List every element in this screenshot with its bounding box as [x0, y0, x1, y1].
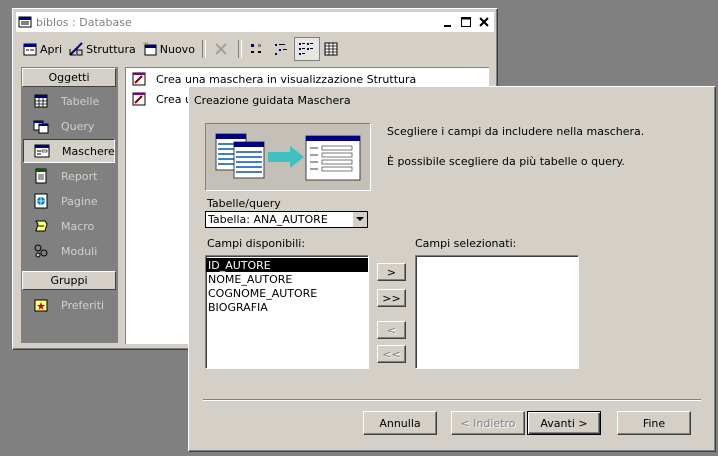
delete-icon: [213, 41, 229, 57]
wizard-form-icon: [132, 92, 146, 106]
small-icons-button[interactable]: [270, 38, 294, 60]
table-icon: [33, 93, 49, 109]
database-icon: [18, 15, 32, 29]
chevron-down-icon[interactable]: [352, 212, 367, 227]
add-field-button[interactable]: >: [377, 263, 406, 281]
cancel-label: Annulla: [379, 416, 421, 430]
list-item-label: Crea una maschera in visualizzazione Str…: [156, 72, 417, 86]
object-modules[interactable]: Moduli: [23, 239, 115, 263]
remove-field-button[interactable]: <: [377, 321, 406, 339]
dialog-divider: [203, 399, 701, 401]
delete-button[interactable]: [210, 38, 234, 60]
wizard-illustration: [205, 123, 371, 191]
back-button[interactable]: < Indietro: [451, 411, 525, 435]
list-item[interactable]: NOME_AUTORE: [206, 272, 368, 286]
next-label: Avanti >: [540, 416, 588, 430]
available-fields-label: Campi disponibili:: [207, 237, 306, 250]
favorites-icon: [33, 297, 49, 313]
object-queries[interactable]: Query: [23, 114, 115, 138]
favorites-label: Preferiti: [61, 298, 105, 312]
small-icons-icon: [273, 41, 289, 57]
object-label: Maschere: [62, 144, 115, 158]
table-query-value: Tabella: ANA_AUTORE: [208, 213, 328, 226]
form-wizard-dialog: Creazione guidata Maschera Scegliere i c…: [188, 86, 716, 452]
query-icon: [33, 118, 49, 134]
finish-label: Fine: [642, 416, 666, 430]
selected-fields-label: Campi selezionati:: [415, 237, 517, 250]
object-macros[interactable]: Macro: [23, 214, 115, 238]
large-icons-icon: [249, 41, 265, 57]
design-form-icon: [132, 72, 146, 86]
object-label: Tabelle: [61, 94, 100, 108]
next-button[interactable]: Avanti >: [527, 411, 601, 435]
form-icon: [34, 143, 50, 159]
new-icon: [142, 41, 158, 57]
objects-group-header[interactable]: Oggetti: [22, 68, 116, 87]
object-reports[interactable]: Report: [23, 164, 115, 188]
list-item[interactable]: Crea u: [132, 90, 192, 108]
new-button[interactable]: Nuovo: [139, 38, 198, 60]
open-button[interactable]: Apri: [19, 38, 65, 60]
details-view-button[interactable]: [320, 38, 344, 60]
objects-bar: Oggetti Tabelle Query Maschere Report Pa…: [21, 67, 118, 343]
object-pages[interactable]: Pagine: [23, 189, 115, 213]
favorites-item[interactable]: Preferiti: [23, 293, 115, 317]
wizard-instruction-1: Scegliere i campi da includere nella mas…: [387, 125, 645, 138]
object-label: Moduli: [61, 244, 98, 258]
list-item-label: Crea u: [156, 92, 192, 106]
list-view-button[interactable]: [293, 37, 320, 61]
finish-button[interactable]: Fine: [617, 411, 691, 435]
toolbar-separator: [237, 40, 242, 58]
close-icon[interactable]: [476, 15, 492, 29]
maximize-icon[interactable]: [458, 15, 474, 29]
details-view-icon: [323, 41, 339, 57]
open-icon: [22, 41, 38, 57]
wizard-instruction-2: È possibile scegliere da più tabelle o q…: [387, 155, 625, 168]
object-label: Query: [61, 119, 95, 133]
database-window-title: biblos : Database: [36, 15, 132, 29]
new-label: Nuovo: [159, 42, 195, 56]
object-label: Report: [61, 169, 98, 183]
open-label: Apri: [40, 42, 63, 56]
design-label: Struttura: [86, 42, 136, 56]
object-tables[interactable]: Tabelle: [23, 89, 115, 113]
database-toolbar: Apri Struttura Nuovo: [19, 37, 491, 61]
page-icon: [33, 193, 49, 209]
list-item[interactable]: COGNOME_AUTORE: [206, 286, 368, 300]
design-button[interactable]: Struttura: [65, 38, 139, 60]
object-label: Macro: [61, 219, 95, 233]
back-label: < Indietro: [460, 416, 516, 430]
report-icon: [33, 168, 49, 184]
toolbar-separator: [201, 40, 206, 58]
database-title-bar[interactable]: biblos : Database: [16, 12, 494, 32]
available-fields-list[interactable]: ID_AUTORE NOME_AUTORE COGNOME_AUTORE BIO…: [205, 255, 369, 369]
groups-group-header[interactable]: Gruppi: [22, 271, 116, 290]
object-label: Pagine: [61, 194, 98, 208]
list-view-icon: [298, 41, 314, 57]
list-item[interactable]: BIOGRAFIA: [206, 300, 368, 314]
list-item[interactable]: ID_AUTORE: [206, 258, 368, 272]
minimize-icon[interactable]: [440, 15, 456, 29]
add-all-fields-button[interactable]: >>: [377, 289, 406, 307]
cancel-button[interactable]: Annulla: [363, 411, 437, 435]
macro-icon: [33, 218, 49, 234]
wizard-title: Creazione guidata Maschera: [194, 93, 351, 107]
wizard-title-bar[interactable]: Creazione guidata Maschera: [192, 90, 712, 110]
selected-fields-list[interactable]: [415, 255, 579, 369]
remove-all-fields-button[interactable]: <<: [377, 345, 406, 363]
table-query-label: Tabelle/query: [207, 197, 281, 210]
table-query-select[interactable]: Tabella: ANA_AUTORE: [205, 211, 368, 228]
design-icon: [68, 41, 84, 57]
large-icons-button[interactable]: [246, 38, 270, 60]
module-icon: [33, 243, 49, 259]
object-forms[interactable]: Maschere: [23, 139, 115, 163]
